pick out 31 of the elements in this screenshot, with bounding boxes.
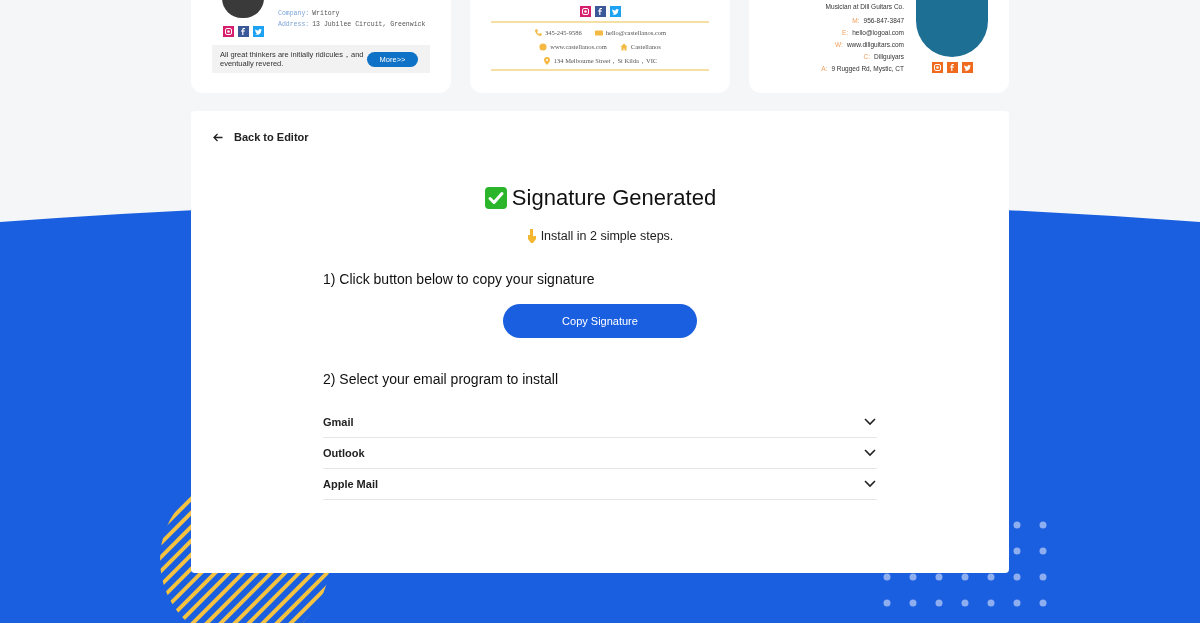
- globe-icon: [539, 42, 548, 51]
- copy-signature-button[interactable]: Copy Signature: [503, 304, 697, 338]
- social-f-letter-icon[interactable]: [237, 26, 249, 37]
- avatar-photo-placeholder: [222, 0, 264, 18]
- step-title: 1) Click button below to copy your signature: [323, 271, 596, 287]
- envelope-icon: [594, 28, 603, 37]
- back-to-editor-link[interactable]: Back to Editor: [213, 131, 309, 143]
- accordion-item[interactable]: Gmail: [323, 407, 877, 438]
- social-f-letter-icon[interactable]: [946, 62, 958, 73]
- house-icon: [619, 42, 628, 51]
- chevron-down-icon: [864, 449, 876, 457]
- left-arrow-icon: [213, 132, 223, 142]
- social-camera-icon[interactable]: [931, 62, 943, 73]
- social-camera-icon[interactable]: [222, 26, 234, 37]
- social-bird-icon[interactable]: [252, 26, 264, 37]
- chevron-down-icon: [864, 418, 876, 426]
- photo-placeholder: [916, 0, 988, 57]
- subheading: Install in 2 simple steps.: [540, 229, 674, 243]
- social-bird-icon[interactable]: [961, 62, 973, 73]
- step-title: 2) Select your email program to install: [323, 371, 559, 387]
- page-heading: Signature Generated: [511, 185, 717, 211]
- social-camera-icon[interactable]: [579, 6, 591, 17]
- accordion-item[interactable]: Apple Mail: [323, 469, 877, 500]
- chevron-down-icon: [864, 480, 876, 488]
- social-f-letter-icon[interactable]: [594, 6, 606, 17]
- phone-icon: [533, 28, 542, 37]
- location-pin-icon: [542, 56, 551, 65]
- pointing-hand-icon: [526, 229, 537, 243]
- accordion-item[interactable]: Outlook: [323, 438, 877, 469]
- social-bird-icon[interactable]: [609, 6, 621, 17]
- check-mark-icon: [483, 186, 508, 210]
